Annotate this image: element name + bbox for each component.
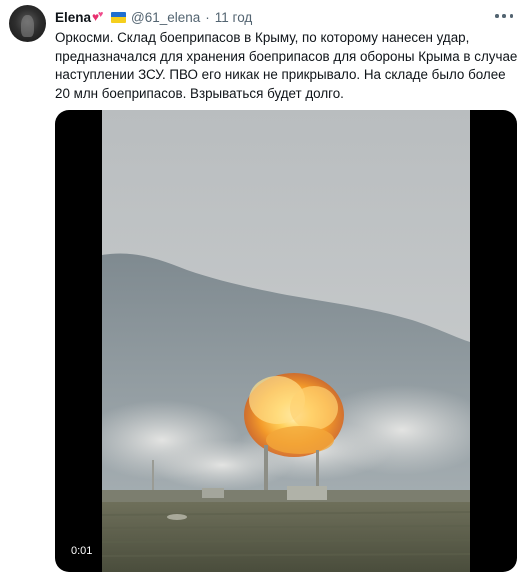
user-handle[interactable]: @61_elena — [131, 10, 200, 25]
tweet-time[interactable]: 11 год — [215, 10, 252, 25]
avatar[interactable] — [9, 5, 46, 42]
tweet: Elena ♥ ♥ @61_elena · 11 год Оркосми. Скл… — [0, 0, 527, 584]
video-frame — [102, 110, 470, 572]
video-player[interactable]: 0:01 — [55, 110, 517, 572]
tweet-text: Оркосми. Склад боеприпасов в Крыму, по к… — [55, 30, 518, 102]
avatar-figure — [21, 15, 34, 37]
separator-dot: · — [205, 9, 210, 25]
display-name[interactable]: Elena — [55, 10, 91, 25]
ukraine-flag-icon — [111, 11, 127, 23]
heart-emoji-icon: ♥ ♥ — [92, 9, 104, 24]
more-options-icon[interactable] — [495, 8, 513, 24]
tweet-header: Elena ♥ ♥ @61_elena · 11 год — [55, 8, 252, 26]
video-elapsed-time: 0:01 — [68, 544, 96, 558]
